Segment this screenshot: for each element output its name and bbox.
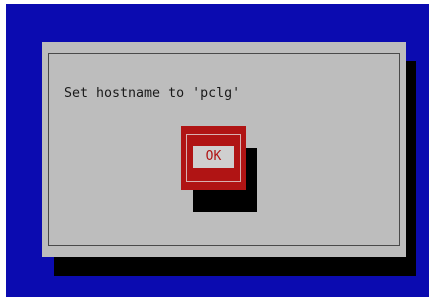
ok-button-label: OK	[193, 146, 234, 168]
dialog-message: Set hostname to 'pclg'	[64, 86, 241, 101]
ok-button[interactable]: OK	[181, 126, 246, 190]
